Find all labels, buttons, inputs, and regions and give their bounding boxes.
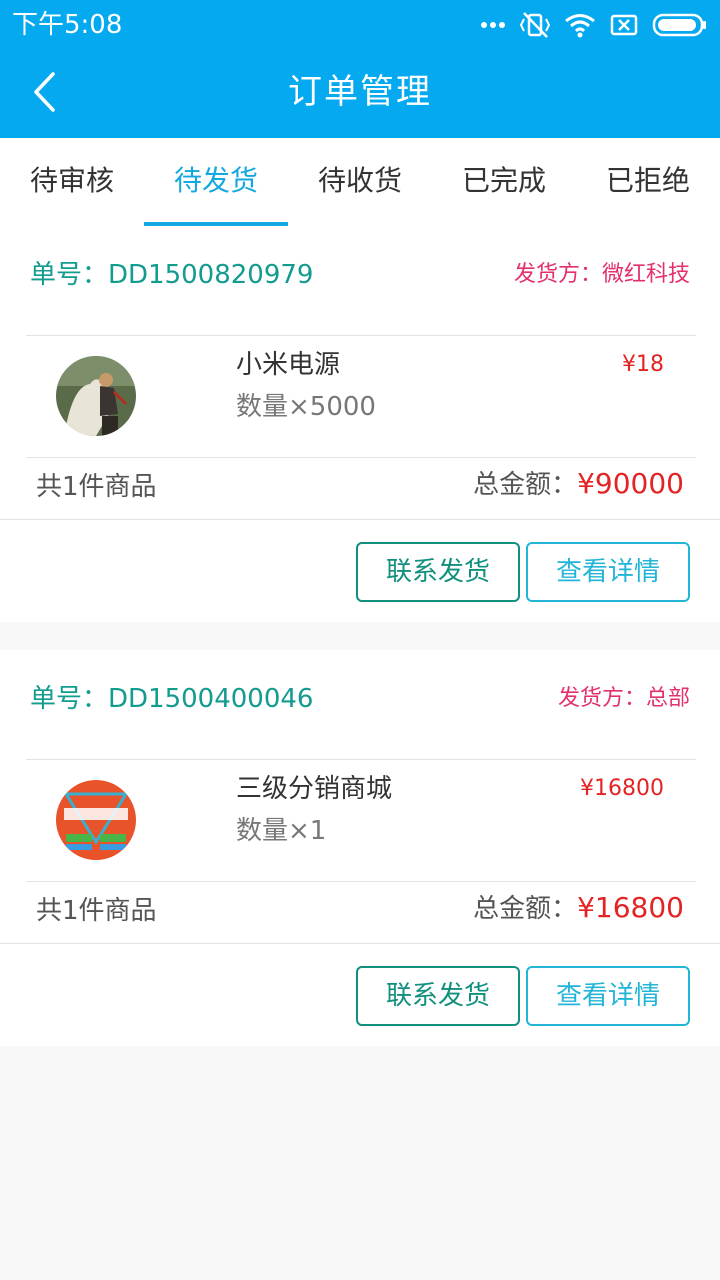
item-count: 共1件商品 [36,896,157,926]
order-total: 总金额：¥90000 [473,464,684,501]
vibrate-icon [520,11,550,39]
shipper-name: 发货方：微红科技 [513,262,690,287]
contact-shipper-button[interactable]: 联系发货 [356,966,520,1026]
product-price: ¥16800 [580,776,664,801]
tab-pending-shipment[interactable]: 待发货 [144,138,288,226]
tab-pending-receipt[interactable]: 待收货 [288,138,432,226]
wifi-icon [564,12,596,38]
battery-icon [652,13,708,37]
order-number: 单号：DD1500400046 [30,684,314,714]
view-details-button[interactable]: 查看详情 [526,542,690,602]
divider [26,881,696,882]
divider [0,519,720,520]
product-quantity: 数量×5000 [236,392,376,422]
sim-off-icon [610,14,638,36]
page-title: 订单管理 [288,72,432,112]
more-dots-icon [480,21,506,29]
tab-rejected[interactable]: 已拒绝 [576,138,720,226]
shipper-name: 发货方：总部 [557,686,690,711]
title-bar: 订单管理 [0,50,720,138]
total-amount: ¥16800 [577,891,684,924]
total-amount: ¥90000 [577,467,684,500]
divider [0,943,720,944]
contact-shipper-button[interactable]: 联系发货 [356,542,520,602]
distribution-promo-thumbnail[interactable] [56,780,136,860]
item-count: 共1件商品 [36,472,157,502]
view-details-button[interactable]: 查看详情 [526,966,690,1026]
order-card: 单号：DD1500820979 发货方：微红科技 小米电源 数量×5000 ¥1… [0,226,720,622]
order-card: 单号：DD1500400046 发货方：总部 三级分销商城 数量×1 ¥1680… [0,650,720,1046]
knight-painting-thumbnail[interactable] [56,356,136,436]
divider [26,759,696,760]
product-name: 三级分销商城 [236,774,393,804]
order-number: 单号：DD1500820979 [30,260,314,290]
product-quantity: 数量×1 [236,816,327,846]
order-status-tabs: 待审核 待发货 待收货 已完成 已拒绝 [0,138,720,226]
divider [26,457,696,458]
order-total: 总金额：¥16800 [473,888,684,925]
product-price: ¥18 [622,352,664,377]
total-label: 总金额： [473,894,578,924]
tab-pending-review[interactable]: 待审核 [0,138,144,226]
total-label: 总金额： [473,470,578,500]
divider [26,335,696,336]
status-time: 下午5:08 [12,10,123,40]
product-name: 小米电源 [236,350,341,380]
tab-completed[interactable]: 已完成 [432,138,576,226]
status-icons [480,10,708,40]
status-bar: 下午5:08 [0,0,720,50]
